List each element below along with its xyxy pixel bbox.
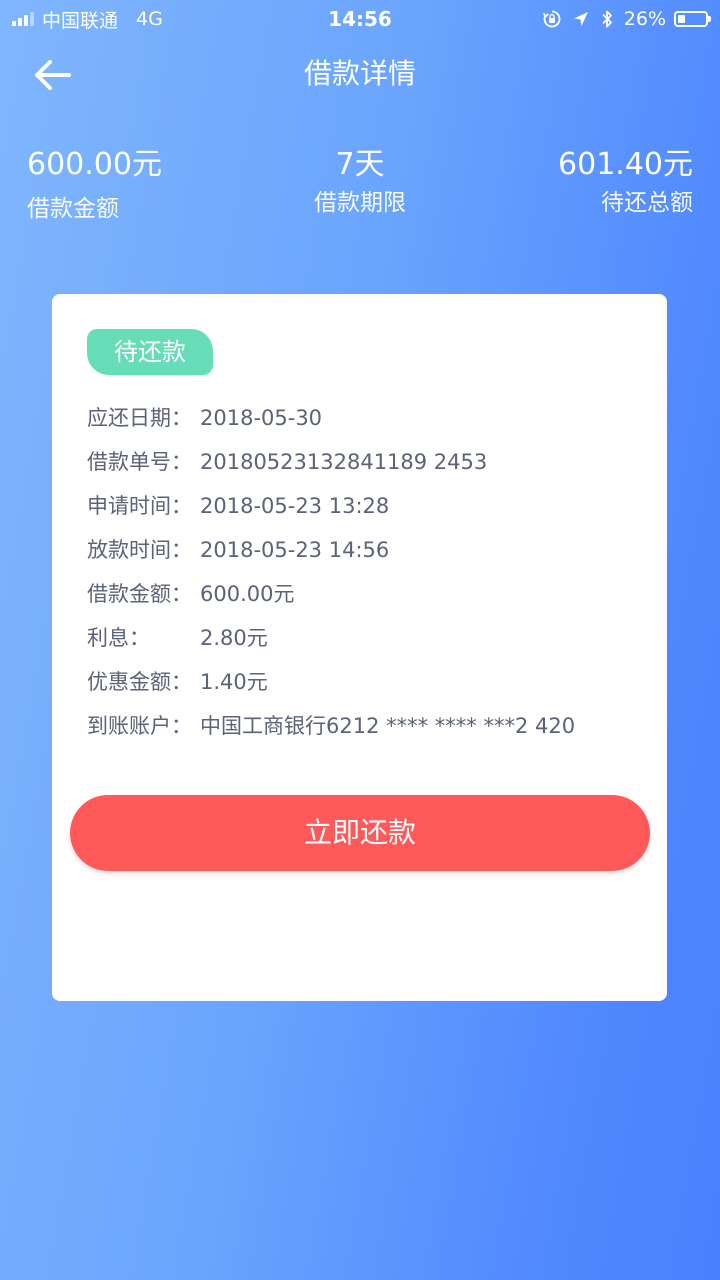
loan-amount-label: 借款金额 [27, 196, 119, 222]
detail-list: 应还日期： 2018-05-30 借款单号： 20180523132841189… [87, 396, 647, 748]
battery-fill [678, 15, 685, 23]
detail-label: 借款单号： [87, 450, 192, 474]
total-due-label: 待还总额 [601, 190, 693, 216]
detail-label: 借款金额： [87, 582, 192, 606]
detail-label: 放款时间： [87, 538, 192, 562]
summary-loan-term: 7天 借款期限 [260, 145, 460, 219]
detail-row-loan-number: 借款单号： 20180523132841189 2453 [87, 440, 647, 484]
bluetooth-icon [600, 9, 614, 29]
detail-row-apply-time: 申请时间： 2018-05-23 13:28 [87, 484, 647, 528]
detail-value: 600.00元 [200, 582, 295, 606]
summary-loan-amount: 600.00元 借款金额 [27, 145, 162, 225]
page-title: 借款详情 [303, 57, 416, 90]
detail-label: 应还日期： [87, 406, 192, 430]
detail-value: 2018-05-23 14:56 [200, 538, 390, 562]
detail-row-discount: 优惠金额： 1.40元 [87, 660, 647, 704]
detail-value: 2.80元 [200, 626, 268, 650]
detail-value: 20180523132841189 2453 [200, 450, 488, 474]
status-bar: 中国联通 4G 14:56 26% [0, 0, 720, 38]
battery-percentage: 26% [623, 8, 666, 30]
detail-row-disburse-time: 放款时间： 2018-05-23 14:56 [87, 528, 647, 572]
loan-term-value: 7天 [335, 147, 385, 182]
location-arrow-icon [572, 10, 590, 28]
detail-row-receiving-account: 到账账户： 中国工商银行6212 **** **** ***2 420 [87, 704, 647, 748]
detail-value: 中国工商银行6212 **** **** ***2 420 [200, 714, 576, 738]
battery-icon [674, 11, 711, 27]
detail-value: 1.40元 [200, 670, 268, 694]
summary-total-due: 601.40元 待还总额 [558, 145, 693, 219]
detail-row-due-date: 应还日期： 2018-05-30 [87, 396, 647, 440]
detail-row-loan-amount: 借款金额： 600.00元 [87, 572, 647, 616]
detail-row-interest: 利息： 2.80元 [87, 616, 647, 660]
detail-label: 申请时间： [87, 494, 192, 518]
rotation-lock-icon [542, 9, 562, 29]
detail-label: 到账账户： [87, 714, 192, 738]
status-badge: 待还款 [87, 329, 213, 375]
loan-detail-card: 待还款 应还日期： 2018-05-30 借款单号： 2018052313284… [52, 294, 667, 1001]
detail-label: 利息： [87, 626, 150, 650]
loan-amount-value: 600.00元 [27, 147, 162, 182]
detail-value: 2018-05-30 [200, 406, 323, 430]
repay-now-button[interactable]: 立即还款 [70, 795, 650, 871]
detail-label: 优惠金额： [87, 670, 192, 694]
total-due-value: 601.40元 [558, 147, 693, 182]
status-right: 26% [542, 7, 711, 31]
detail-value: 2018-05-23 13:28 [200, 494, 390, 518]
loan-term-label: 借款期限 [314, 190, 406, 216]
